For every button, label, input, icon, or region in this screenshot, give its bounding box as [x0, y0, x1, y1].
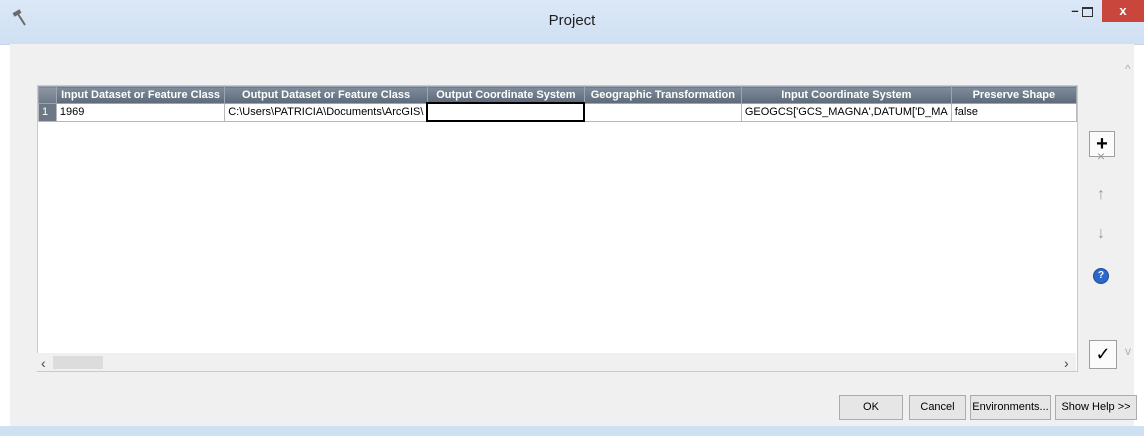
move-down-button[interactable]: ↓: [1089, 222, 1113, 246]
vertical-scrollbar[interactable]: ^ v: [1125, 62, 1139, 362]
project-dialog: Project – x Input Dataset or Feature Cla…: [0, 0, 1144, 436]
maximize-icon: [1081, 6, 1093, 17]
scroll-up-icon[interactable]: ^: [1125, 62, 1131, 76]
column-header[interactable]: Geographic Transformation: [583, 86, 742, 104]
maximize-button[interactable]: [1074, 0, 1100, 22]
delete-row-button[interactable]: ×: [1089, 144, 1113, 168]
ok-button[interactable]: OK: [839, 395, 903, 420]
column-header[interactable]: Input Coordinate System: [740, 86, 952, 104]
column-header[interactable]: Output Coordinate System: [426, 86, 585, 104]
input-dataset-cell[interactable]: 1969: [55, 102, 226, 122]
check-values-button[interactable]: ✓: [1089, 340, 1117, 369]
scroll-left-icon[interactable]: ‹: [41, 355, 46, 371]
column-header[interactable]: Output Dataset or Feature Class: [224, 86, 428, 104]
help-button[interactable]: ?: [1089, 262, 1113, 286]
preserve-shape-cell[interactable]: false: [950, 102, 1077, 122]
data-grid: Input Dataset or Feature Class Output Da…: [38, 86, 1077, 122]
scroll-down-icon[interactable]: v: [1125, 344, 1131, 358]
parameters-grid[interactable]: Input Dataset or Feature Class Output Da…: [37, 85, 1078, 372]
title-bar[interactable]: Project – x: [0, 0, 1144, 45]
row-number[interactable]: 1: [38, 102, 57, 122]
window-title: Project: [548, 12, 596, 29]
column-header[interactable]: Input Dataset or Feature Class: [55, 86, 226, 104]
input-coordinate-system-cell[interactable]: GEOGCS['GCS_MAGNA',DATUM['D_MA: [740, 102, 952, 122]
grid-header-row: Input Dataset or Feature Class Output Da…: [38, 86, 1077, 104]
scroll-thumb[interactable]: [53, 356, 103, 369]
grid-corner-cell: [38, 86, 57, 104]
cancel-button[interactable]: Cancel: [909, 395, 966, 420]
column-header[interactable]: Preserve Shape: [950, 86, 1077, 104]
window-border: [0, 426, 1144, 436]
help-icon: ?: [1093, 268, 1109, 284]
geographic-transformation-cell[interactable]: [583, 102, 742, 122]
move-up-button[interactable]: ↑: [1089, 183, 1113, 207]
output-coordinate-system-cell[interactable]: [426, 102, 586, 122]
table-row: 1 1969 C:\Users\PATRICIA\Documents\ArcGI…: [38, 102, 1077, 122]
output-dataset-cell[interactable]: C:\Users\PATRICIA\Documents\ArcGIS\: [224, 102, 428, 122]
close-button[interactable]: x: [1102, 0, 1144, 22]
show-help-button[interactable]: Show Help >>: [1055, 395, 1137, 420]
scroll-right-icon[interactable]: ›: [1064, 355, 1069, 371]
horizontal-scrollbar[interactable]: ‹ ›: [37, 353, 1076, 371]
environments-button[interactable]: Environments...: [970, 395, 1051, 420]
